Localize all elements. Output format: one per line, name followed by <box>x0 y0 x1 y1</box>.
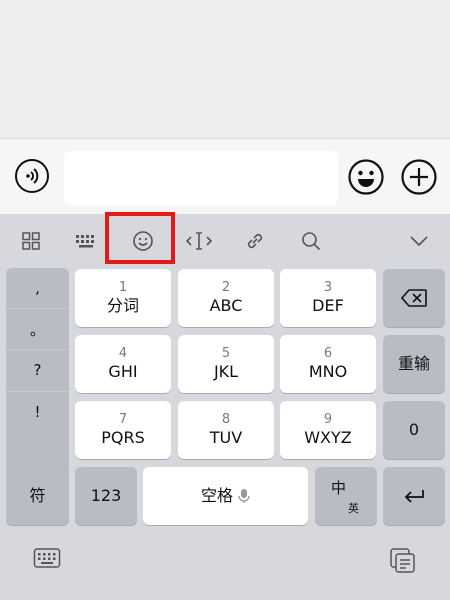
reenter-key[interactable]: 重输 <box>383 335 445 393</box>
chat-area <box>0 0 450 138</box>
key-4[interactable]: 4 GHI <box>75 335 171 393</box>
key-1-label: 分词 <box>106 296 139 315</box>
toolbar-keyboard-button[interactable] <box>71 226 101 256</box>
clipboard-icon <box>390 548 415 573</box>
input-bar <box>0 138 450 215</box>
backspace-icon <box>401 289 427 307</box>
key-7-number: 7 <box>118 412 128 427</box>
key-3-label: DEF <box>312 296 344 315</box>
chevron-down-icon <box>410 236 428 247</box>
toolbar-search-button[interactable] <box>296 226 326 256</box>
language-switch-key[interactable]: 中 英 <box>315 467 377 525</box>
key-1[interactable]: 1 分词 <box>75 269 171 327</box>
punctuation-column: , 。 ? ! <box>6 268 69 474</box>
language-main-label: 中 <box>331 479 347 497</box>
enter-key[interactable] <box>383 467 445 525</box>
zero-key[interactable]: 0 <box>383 401 445 459</box>
emoji-button[interactable] <box>347 158 385 196</box>
more-button[interactable] <box>400 158 438 196</box>
plus-icon <box>401 159 437 195</box>
toolbar-apps-button[interactable] <box>16 226 46 256</box>
emoji-icon <box>133 231 153 251</box>
key-6[interactable]: 6 MNO <box>280 335 376 393</box>
keyboard: , 。 ? ! 1 分词 2 ABC 3 DEF 4 GHI 5 JKL 6 M… <box>0 212 450 600</box>
key-2-number: 2 <box>221 280 231 295</box>
search-icon <box>302 232 321 251</box>
punct-comma[interactable]: , <box>6 268 69 310</box>
key-8-number: 8 <box>221 412 231 427</box>
keyboard-switch-icon <box>33 548 61 568</box>
zero-key-label: 0 <box>408 420 420 439</box>
emoji-icon <box>348 159 384 195</box>
message-input[interactable] <box>64 151 338 205</box>
key-6-label: MNO <box>308 362 348 381</box>
punct-question[interactable]: ? <box>6 350 69 392</box>
key-9[interactable]: 9 WXYZ <box>280 401 376 459</box>
keyboard-switch-button[interactable] <box>33 546 63 576</box>
toolbar-collapse-button[interactable] <box>404 226 434 256</box>
keyboard-toolbar <box>0 212 450 266</box>
key-2[interactable]: 2 ABC <box>178 269 274 327</box>
key-7-label: PQRS <box>101 428 145 447</box>
keyboard-bottom-bar <box>0 534 450 600</box>
key-6-number: 6 <box>323 346 333 361</box>
clipboard-button[interactable] <box>389 546 419 576</box>
key-4-number: 4 <box>118 346 128 361</box>
voice-icon <box>15 159 49 193</box>
reenter-key-label: 重输 <box>397 354 430 373</box>
key-8[interactable]: 8 TUV <box>178 401 274 459</box>
number-key-label: 123 <box>90 486 122 505</box>
key-5[interactable]: 5 JKL <box>178 335 274 393</box>
space-key[interactable]: 空格 <box>143 467 308 525</box>
toolbar-emoji-button[interactable] <box>128 226 158 256</box>
punct-exclamation[interactable]: ! <box>6 392 69 433</box>
key-4-label: GHI <box>108 362 138 381</box>
delete-key[interactable] <box>383 269 445 327</box>
key-7[interactable]: 7 PQRS <box>75 401 171 459</box>
key-1-number: 1 <box>118 280 128 295</box>
grid-icon <box>22 232 40 250</box>
voice-button[interactable] <box>14 158 50 194</box>
key-8-label: TUV <box>209 428 243 447</box>
key-9-label: WXYZ <box>304 428 352 447</box>
key-2-label: ABC <box>209 296 243 315</box>
language-sub-label: 英 <box>348 502 359 515</box>
symbol-key-label: 符 <box>29 486 46 505</box>
key-3-number: 3 <box>323 280 333 295</box>
symbol-key[interactable]: 符 <box>6 467 69 525</box>
key-5-label: JKL <box>213 362 239 381</box>
key-3[interactable]: 3 DEF <box>280 269 376 327</box>
key-5-number: 5 <box>221 346 231 361</box>
enter-icon <box>404 490 424 503</box>
keyboard-icon <box>76 235 94 248</box>
space-key-label: 空格 <box>200 486 233 505</box>
number-key[interactable]: 123 <box>75 467 137 525</box>
punct-period[interactable]: 。 <box>6 309 69 351</box>
key-9-number: 9 <box>323 412 333 427</box>
toolbar-link-button[interactable] <box>240 226 270 256</box>
cursor-icon <box>186 232 212 250</box>
link-icon <box>247 233 263 249</box>
toolbar-cursor-button[interactable] <box>184 226 214 256</box>
microphone-icon <box>238 489 250 503</box>
